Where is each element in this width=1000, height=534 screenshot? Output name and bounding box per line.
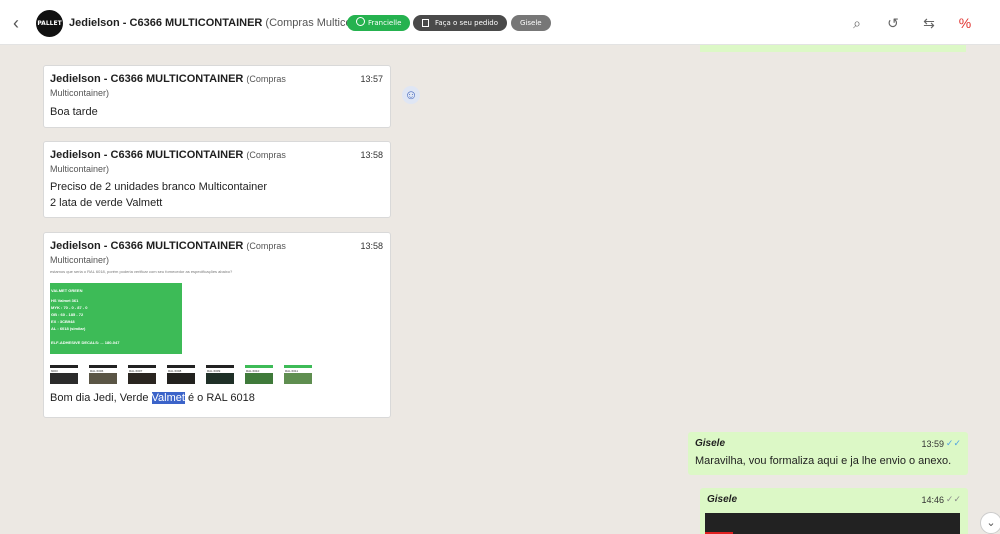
incoming-message[interactable]: Jedielson - C6366 MULTICONTAINER (Compra… <box>43 141 391 218</box>
color-spec: MYK : 70 - 0 - 87 - 0 <box>51 305 88 310</box>
message-sender: Jedielson - C6366 MULTICONTAINER (Compra… <box>50 72 330 100</box>
color-title: VALMET GREEN <box>51 288 83 293</box>
sender-name: Jedielson - C6366 MULTICONTAINER <box>50 240 244 252</box>
sender-company: (Compras <box>246 150 286 160</box>
attached-image[interactable]: estamos que seria o RAL 6018, porém pode… <box>50 269 312 384</box>
order-button[interactable]: Faça o seu pedido <box>413 15 508 31</box>
chat-area[interactable]: Jedielson - C6366 MULTICONTAINER (Compra… <box>0 45 1000 534</box>
message-sender: Jedielson - C6366 MULTICONTAINER (Compra… <box>50 239 330 267</box>
message-author: Gisele <box>707 494 738 505</box>
ral-swatch: 6003 <box>50 365 78 389</box>
agent-badge-label: Gisele <box>520 19 542 27</box>
video-thumbnail[interactable] <box>705 513 960 534</box>
message-text-line: Preciso de 2 unidades branco Multicontai… <box>50 181 268 193</box>
read-ticks-icon: ✓✓ <box>945 438 961 448</box>
message-time: 13:59 <box>921 439 944 449</box>
message-text: Maravilha, vou formaliza aqui e ja lhe e… <box>695 455 952 467</box>
color-spec: ELF-ADHESIVE DECALS: ... 180-047 <box>51 340 120 345</box>
order-button-label: Faça o seu pedido <box>435 19 499 27</box>
sender-company-cont: Multicontainer) <box>50 88 110 98</box>
ral-swatch: RAL 6008 <box>167 365 195 389</box>
sender-company: (Compras <box>246 74 286 84</box>
ral-swatch: RAL 6011 <box>284 365 312 389</box>
message-time: 13:58 <box>360 150 383 160</box>
attendant-badge[interactable]: Francielle <box>347 15 411 31</box>
ral-swatch: RAL 6007 <box>128 365 156 389</box>
scroll-down-icon[interactable]: ⌄ <box>980 512 1000 534</box>
message-text: Boa tarde <box>50 106 98 118</box>
avatar[interactable]: PALLET <box>36 10 63 37</box>
chevron-left-icon[interactable]: ‹ <box>8 13 24 33</box>
search-icon[interactable]: ⌕ <box>849 15 865 31</box>
transfer-icon[interactable]: ⇆ <box>921 15 937 31</box>
message-text-line: 2 lata de verde Valmett <box>50 197 163 209</box>
attendant-badge-label: Francielle <box>368 19 402 27</box>
sent-ticks-icon: ✓✓ <box>945 494 961 504</box>
image-caption-text: estamos que seria o RAL 6018, porém pode… <box>50 269 233 274</box>
message-text: Bom dia Jedi, Verde Valmet é o RAL 6018 <box>50 390 255 406</box>
ral-swatch: RAL 6009 <box>206 365 234 389</box>
incoming-message[interactable]: Jedielson - C6366 MULTICONTAINER (Compra… <box>43 65 391 128</box>
ral-swatch: RAL 6010 <box>245 365 273 389</box>
color-spec: HS Valmet 361 <box>51 298 79 303</box>
contact-title[interactable]: Jedielson - C6366 MULTICONTAINER (Compra… <box>69 17 389 29</box>
color-spec: GB : 60 - 185 - 72 <box>51 312 84 317</box>
message-text-part: é o RAL 6018 <box>188 392 255 404</box>
agent-badge[interactable]: Gisele <box>511 15 551 31</box>
emoji-reaction-icon[interactable]: ☺ <box>402 86 420 104</box>
chat-header: ‹ PALLET Jedielson - C6366 MULTICONTAINE… <box>0 0 1000 45</box>
outgoing-message[interactable]: Gisele 13:59 ✓✓ Maravilha, vou formaliza… <box>688 432 968 475</box>
contact-name: Jedielson - C6366 MULTICONTAINER <box>69 17 263 29</box>
previous-message-bubble <box>700 45 966 52</box>
sender-company-cont: Multicontainer) <box>50 164 110 174</box>
color-sample: VALMET GREEN HS Valmet 361 MYK : 70 - 0 … <box>50 283 182 354</box>
message-text-part: Bom dia Jedi, Verde <box>50 392 152 404</box>
message-author: Gisele <box>695 438 726 449</box>
message-sender: Jedielson - C6366 MULTICONTAINER (Compra… <box>50 148 330 176</box>
color-spec: AL : 6018 (similar) <box>51 326 86 331</box>
color-spec: EX : 3CB948 <box>51 319 75 324</box>
message-time: 13:58 <box>360 241 383 251</box>
sender-name: Jedielson - C6366 MULTICONTAINER <box>50 149 244 161</box>
ral-swatch: RAL 6006 <box>89 365 117 389</box>
sender-company: (Compras <box>246 241 286 251</box>
whatsapp-icon <box>356 17 365 26</box>
avatar-logo-text: PALLET <box>37 19 62 27</box>
message-time: 13:57 <box>360 74 383 84</box>
sender-company-cont: Multicontainer) <box>50 255 110 265</box>
building-icon <box>422 19 429 27</box>
highlighted-text: Valmet <box>151 392 185 404</box>
incoming-message[interactable]: Jedielson - C6366 MULTICONTAINER (Compra… <box>43 232 391 418</box>
history-icon[interactable]: ↺ <box>885 15 901 31</box>
percent-icon[interactable]: % <box>957 15 973 31</box>
outgoing-message[interactable]: Gisele 14:46 ✓✓ <box>700 488 968 534</box>
sender-name: Jedielson - C6366 MULTICONTAINER <box>50 73 244 85</box>
message-time: 14:46 <box>921 495 944 505</box>
